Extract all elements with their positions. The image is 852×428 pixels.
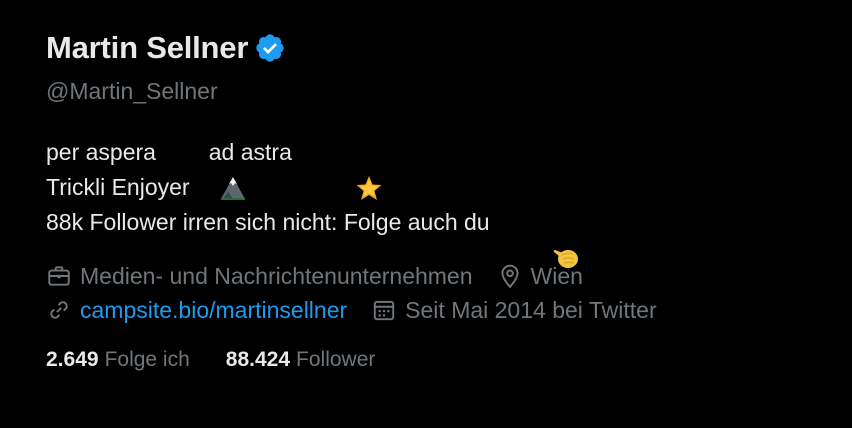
following-count: 2.649 bbox=[46, 348, 99, 371]
calendar-icon bbox=[371, 297, 397, 323]
website-link[interactable]: campsite.bio/martinsellner bbox=[80, 293, 347, 327]
meta-row-1: Medien- und Nachrichtenunternehmen Wien bbox=[46, 259, 836, 293]
profile-header: Martin Sellner @Martin_Sellner per asper… bbox=[46, 28, 836, 372]
bio-line-3: 88k Follower irren sich nicht: Folge auc… bbox=[46, 205, 836, 268]
location-text: Wien bbox=[530, 263, 583, 289]
followers-link[interactable]: 88.424 Follower bbox=[226, 348, 376, 372]
briefcase-icon bbox=[46, 263, 72, 289]
bio-text: per aspera bbox=[46, 139, 163, 165]
user-handle: @Martin_Sellner bbox=[46, 78, 218, 104]
followers-count: 88.424 bbox=[225, 348, 291, 371]
location-item: Wien bbox=[497, 259, 583, 293]
bio-text: 88k Follower irren sich nicht: Folge auc… bbox=[46, 209, 496, 235]
following-label: Folge ich bbox=[104, 348, 190, 371]
bio-line-1: per aspera ad astra bbox=[46, 135, 836, 200]
bio-text: ad astra bbox=[202, 139, 299, 165]
follow-stats: 2.649 Folge ich 88.424 Follower bbox=[46, 348, 836, 372]
bio-line-2: Trickli Enjoyer bbox=[46, 174, 190, 200]
mountain-emoji-icon bbox=[168, 139, 246, 200]
bio: per aspera ad astra Trickli Enjoyer 88k … bbox=[46, 135, 836, 268]
category-text: Medien- und Nachrichtenunternehmen bbox=[80, 263, 473, 289]
followers-label: Follower bbox=[296, 348, 376, 371]
verified-badge-icon[interactable] bbox=[254, 32, 286, 64]
following-link[interactable]: 2.649 Folge ich bbox=[46, 348, 190, 372]
website-item: campsite.bio/martinsellner bbox=[46, 293, 347, 327]
star-emoji-icon bbox=[304, 139, 382, 200]
pointing-hand-emoji-icon bbox=[502, 209, 579, 268]
location-pin-icon bbox=[497, 263, 523, 289]
joined-text: Seit Mai 2014 bei Twitter bbox=[405, 297, 657, 323]
name-row: Martin Sellner bbox=[46, 28, 836, 68]
display-name: Martin Sellner bbox=[46, 30, 249, 65]
joined-item: Seit Mai 2014 bei Twitter bbox=[371, 293, 657, 327]
meta-row-2: campsite.bio/martinsellner Seit Mai 2014… bbox=[46, 293, 836, 327]
category-item: Medien- und Nachrichtenunternehmen bbox=[46, 259, 473, 293]
link-icon bbox=[46, 297, 72, 323]
profile-meta: Medien- und Nachrichtenunternehmen Wien bbox=[46, 259, 836, 327]
